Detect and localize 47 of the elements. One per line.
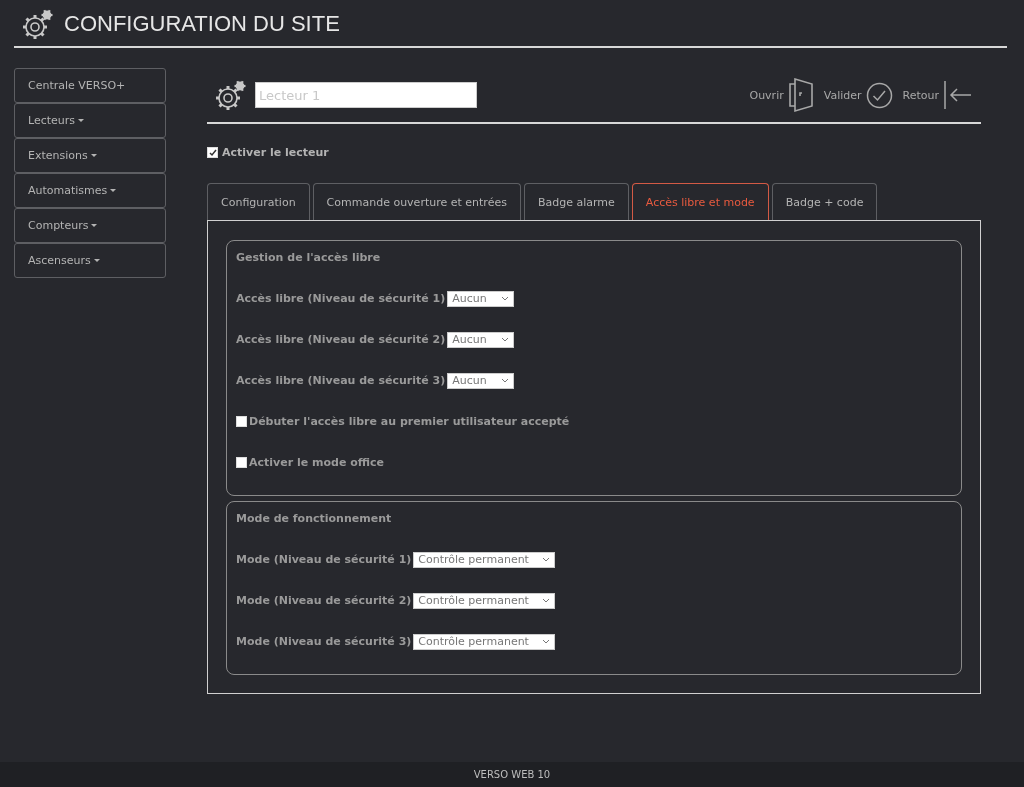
checkbox[interactable] (236, 457, 247, 468)
select-field[interactable]: Contrôle permanent (413, 633, 556, 650)
chevron-down-icon (501, 296, 510, 301)
sidebar-item[interactable]: Extensions (14, 138, 166, 173)
section-title: Mode de fonctionnement (236, 512, 393, 525)
sidebar-item[interactable]: Compteurs (14, 208, 166, 243)
sidebar-item[interactable]: Centrale VERSO+ (14, 68, 166, 103)
door-icon (787, 76, 814, 114)
tab[interactable]: Commande ouverture et entrées (312, 183, 521, 220)
gears-icon (215, 79, 247, 111)
gears-icon (22, 8, 54, 40)
tab[interactable]: Badge alarme (523, 183, 629, 220)
tab[interactable]: Accès libre et mode (631, 183, 769, 220)
field-label: Mode (Niveau de sécurité 3) (236, 635, 412, 648)
checkbox[interactable] (236, 416, 247, 427)
field-label: Mode (Niveau de sécurité 2) (236, 594, 412, 607)
action-button[interactable]: Ouvrir (749, 76, 814, 114)
checkmark-circle-icon (865, 81, 893, 109)
checkbox-label: Débuter l'accès libre au premier utilisateur accepté (249, 415, 570, 428)
checkbox-label: Activer le mode office (249, 456, 384, 469)
select-field[interactable]: Contrôle permanent (413, 551, 556, 568)
sidebar-item[interactable]: Ascenseurs (14, 243, 166, 278)
action-button[interactable]: Valider (823, 81, 893, 109)
action-button[interactable]: Retour (902, 80, 973, 110)
section-title: Gestion de l'accès libre (236, 251, 382, 264)
footer-text: VERSO WEB 10 (473, 769, 551, 780)
chevron-down-icon (501, 378, 510, 383)
select-field[interactable]: Aucun (447, 372, 515, 389)
page-title: CONFIGURATION DU SITE (64, 11, 340, 37)
chevron-down-icon (501, 337, 510, 342)
chevron-down-icon (542, 639, 551, 644)
sidebar-item[interactable]: Lecteurs (14, 103, 166, 138)
tab[interactable]: Configuration (207, 183, 310, 220)
checkbox-label: Activer le lecteur (222, 146, 329, 159)
back-arrow-icon (943, 80, 973, 110)
field-label: Accès libre (Niveau de sécurité 3) (236, 374, 446, 387)
select-field[interactable]: Contrôle permanent (413, 592, 556, 609)
field-label: Accès libre (Niveau de sécurité 2) (236, 333, 446, 346)
field-label: Accès libre (Niveau de sécurité 1) (236, 292, 446, 305)
select-field[interactable]: Aucun (447, 331, 515, 348)
checkbox[interactable] (207, 147, 218, 158)
field-label: Mode (Niveau de sécurité 1) (236, 553, 412, 566)
sidebar-item[interactable]: Automatismes (14, 173, 166, 208)
chevron-down-icon (542, 557, 551, 562)
chevron-down-icon (542, 598, 551, 603)
select-field[interactable]: Aucun (447, 290, 515, 307)
tab[interactable]: Badge + code (771, 183, 878, 220)
